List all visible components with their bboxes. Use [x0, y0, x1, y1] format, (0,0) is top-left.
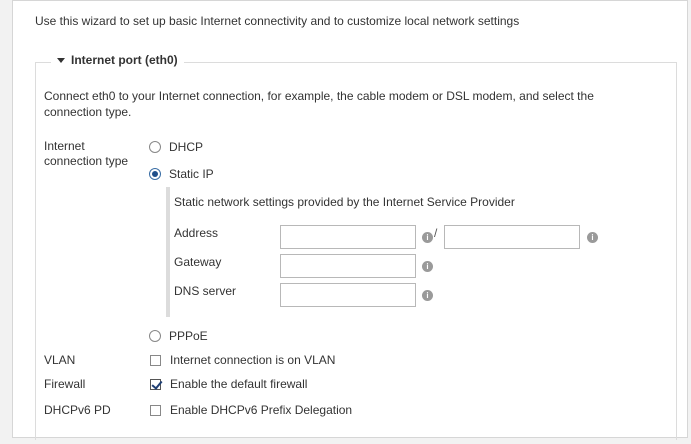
section-title: Internet port (eth0)	[71, 53, 178, 67]
gateway-input[interactable]	[280, 254, 416, 278]
firewall-checkbox[interactable]	[150, 378, 161, 390]
radio-static-ip-circle[interactable]	[149, 168, 161, 180]
prefix-length-input[interactable]	[444, 225, 580, 249]
firewall-checkbox-row[interactable]: Enable the default firewall	[150, 377, 307, 391]
static-settings-indent-bar	[166, 187, 170, 317]
radio-dhcp-circle[interactable]	[149, 141, 161, 153]
connection-type-label-line2: connection type	[44, 154, 129, 168]
radio-static-ip[interactable]: Static IP	[149, 167, 214, 181]
firewall-label: Firewall	[44, 377, 86, 391]
radio-dhcp-label: DHCP	[169, 140, 204, 154]
wizard-panel: Use this wizard to set up basic Internet…	[12, 0, 688, 440]
section-toggle[interactable]: Internet port (eth0)	[51, 53, 184, 67]
dhcpv6-checkbox-row[interactable]: Enable DHCPv6 Prefix Delegation	[150, 403, 352, 417]
section-description: Connect eth0 to your Internet connection…	[44, 89, 594, 119]
radio-pppoe-label: PPPoE	[169, 329, 208, 343]
gateway-label: Gateway	[174, 255, 222, 269]
info-icon[interactable]: i	[422, 290, 433, 301]
radio-pppoe-circle[interactable]	[149, 330, 161, 342]
dns-server-label: DNS server	[174, 284, 237, 298]
dhcpv6-checkbox[interactable]	[150, 404, 161, 416]
firewall-checkbox-label: Enable the default firewall	[170, 377, 308, 391]
vlan-checkbox[interactable]	[150, 354, 161, 366]
connection-type-label-line1: Internet	[44, 139, 85, 153]
dhcpv6-checkbox-label: Enable DHCPv6 Prefix Delegation	[170, 403, 353, 417]
caret-down-icon	[57, 57, 65, 63]
dhcpv6-pd-label: DHCPv6 PD	[44, 403, 111, 417]
address-label: Address	[174, 226, 219, 240]
dns-server-input[interactable]	[280, 283, 416, 307]
address-input[interactable]	[280, 225, 416, 249]
radio-static-ip-label: Static IP	[169, 167, 214, 181]
static-settings-heading: Static network settings provided by the …	[174, 195, 515, 209]
vlan-checkbox-row[interactable]: Internet connection is on VLAN	[150, 353, 335, 367]
vlan-checkbox-label: Internet connection is on VLAN	[170, 353, 336, 367]
radio-pppoe[interactable]: PPPoE	[149, 329, 208, 343]
address-prefix-separator: /	[434, 226, 438, 240]
radio-dhcp[interactable]: DHCP	[149, 140, 203, 154]
info-icon[interactable]: i	[422, 261, 433, 272]
wizard-intro-text: Use this wizard to set up basic Internet…	[35, 14, 520, 28]
info-icon[interactable]: i	[422, 232, 433, 243]
info-icon[interactable]: i	[587, 232, 598, 243]
vlan-label: VLAN	[44, 353, 76, 367]
